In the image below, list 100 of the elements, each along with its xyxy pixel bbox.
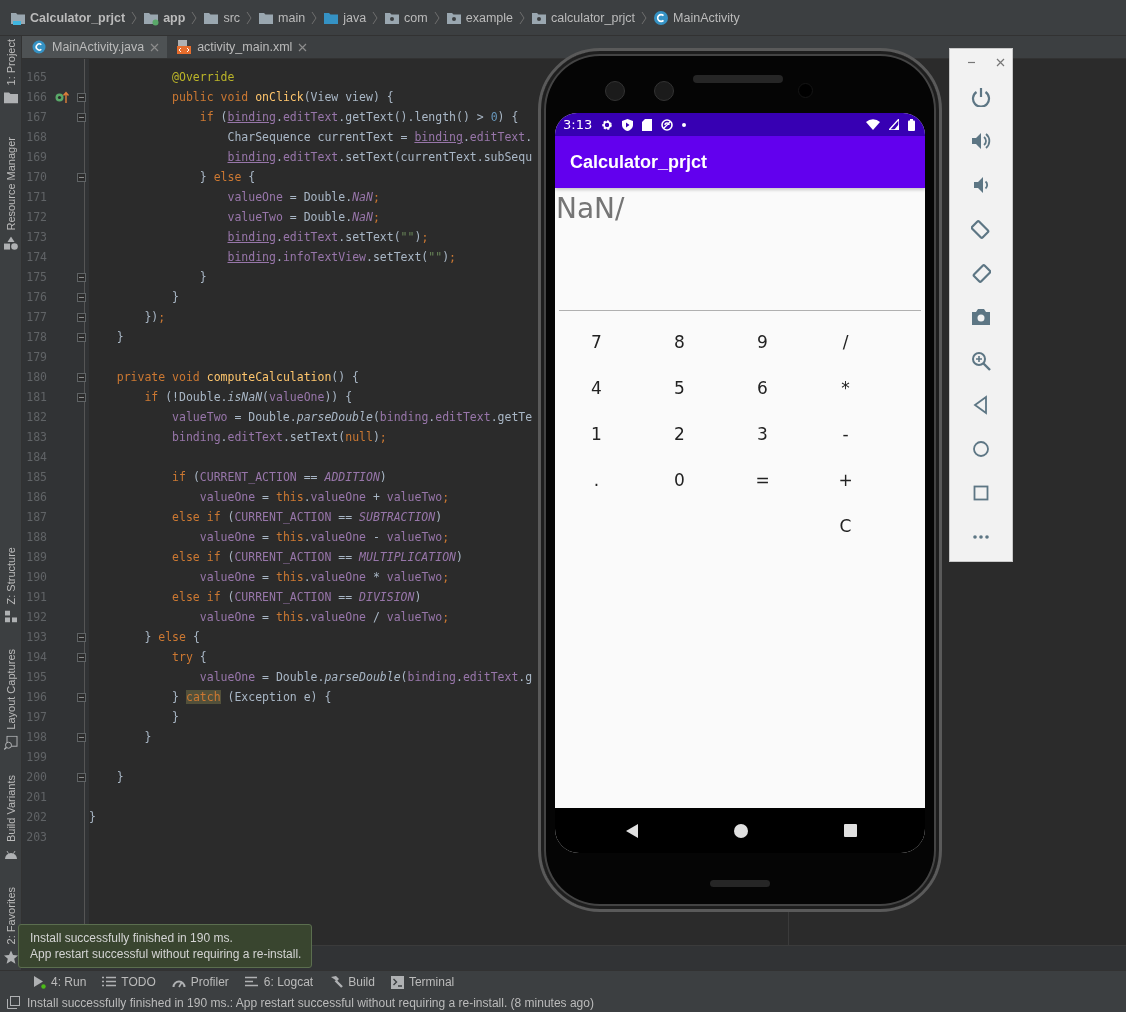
capture-icon: [3, 735, 18, 750]
keypad-key[interactable]: 7: [583, 328, 610, 356]
power-icon[interactable]: [971, 87, 991, 107]
close-icon[interactable]: [298, 42, 308, 52]
tool-window-button[interactable]: TODO: [102, 975, 156, 989]
keypad-key[interactable]: 5: [666, 374, 693, 402]
star-icon: [3, 950, 18, 964]
tool-window-tab[interactable]: 1: Project: [3, 39, 18, 104]
breadcrumb-item[interactable]: app: [163, 10, 186, 25]
code-line: } else {: [143, 630, 200, 644]
blocks-icon: [4, 610, 17, 623]
camera-lens: [605, 81, 625, 101]
code-line: if (CURRENT_ACTION == ADDITION): [171, 470, 387, 484]
keypad-key[interactable]: 4: [583, 374, 610, 402]
keypad-key[interactable]: 6: [749, 374, 776, 402]
chevron-icon: [191, 10, 198, 25]
code-line: if (!Double.isNaN(valueOne)) {: [143, 390, 353, 404]
code-line: valueOne = this.valueOne - valueTwo;: [198, 530, 450, 544]
keypad-key[interactable]: +: [830, 466, 861, 494]
lines-icon: [244, 976, 259, 988]
volume-up-icon[interactable]: [971, 131, 991, 151]
keypad-key[interactable]: .: [585, 466, 608, 494]
code-line: }: [115, 770, 124, 784]
app-title: Calculator_prjct: [570, 151, 708, 173]
code-line: valueTwo = Double.parseDouble(binding.editText.getTe: [171, 410, 533, 424]
dot-icon: [682, 122, 687, 127]
tool-window-tab[interactable]: Resource Manager: [3, 137, 18, 252]
zoom-icon[interactable]: [971, 351, 991, 371]
layout-file-icon: [177, 40, 192, 54]
volume-down-icon[interactable]: [971, 175, 991, 195]
code-line: }: [115, 330, 124, 344]
code-line: valueOne = Double.parseDouble(binding.editText.g: [198, 670, 533, 684]
overview-icon[interactable]: [844, 824, 858, 837]
code-line: binding.editText.setText(null);: [171, 430, 387, 444]
code-line: } else {: [198, 170, 256, 184]
code-line: }: [171, 290, 180, 304]
keypad-key[interactable]: 0: [666, 466, 693, 494]
chevron-icon: [641, 10, 648, 25]
keypad-key[interactable]: 3: [749, 420, 776, 448]
keypad-key[interactable]: *: [833, 374, 858, 402]
keypad-key[interactable]: 1: [583, 420, 610, 448]
tool-window-tab[interactable]: 2: Favorites: [3, 886, 18, 964]
shapes-icon: [3, 237, 18, 252]
code-line: public void onClick(View view) {: [171, 90, 394, 104]
tool-window-button[interactable]: Build: [329, 975, 375, 989]
code-line: @Override: [171, 70, 235, 84]
camera-lens: [654, 81, 674, 101]
code-line: else if (CURRENT_ACTION == SUBTRACTION): [171, 510, 443, 524]
code-line: binding.infoTextView.setText("");: [226, 250, 457, 264]
tool-window-button[interactable]: 4: Run: [32, 975, 87, 989]
status-message: Install successfully finished in 190 ms.: App restart successful without requiring a re-install. (8 minutes ago): [27, 995, 594, 1010]
editor-tab[interactable]: MainActivity.java: [22, 36, 168, 58]
code-line: }: [143, 730, 152, 744]
terminal-icon: [390, 975, 404, 989]
keypad-key[interactable]: 2: [666, 420, 693, 448]
tool-window-button[interactable]: Terminal: [390, 975, 455, 989]
status-time: 3:13: [563, 117, 593, 132]
keypad-key[interactable]: -: [834, 420, 857, 448]
breadcrumb-item[interactable]: MainActivity: [673, 10, 740, 25]
breadcrumb-item[interactable]: com: [404, 10, 428, 25]
keypad-key[interactable]: =: [747, 466, 778, 494]
keypad-key[interactable]: 9: [749, 328, 776, 356]
code-line: else if (CURRENT_ACTION == DIVISION): [171, 590, 422, 604]
keypad-key[interactable]: /: [834, 328, 857, 356]
close-icon[interactable]: [150, 42, 160, 52]
sync-icon: [661, 118, 674, 131]
code-line: });: [143, 310, 166, 324]
code-line: try {: [171, 650, 207, 664]
battery-icon: [908, 118, 915, 131]
keypad-key[interactable]: C: [831, 512, 860, 540]
list-icon: [102, 976, 117, 988]
tool-window-button[interactable]: Profiler: [171, 975, 229, 989]
breadcrumb-item[interactable]: main: [278, 10, 306, 25]
close-icon[interactable]: [996, 58, 1005, 67]
code-line: private void computeCalculation() {: [115, 370, 360, 384]
back-icon[interactable]: [624, 823, 639, 838]
code-line: binding.editText.setText("");: [226, 230, 429, 244]
tool-window-tab[interactable]: Layout Captures: [3, 648, 18, 750]
breadcrumb-item[interactable]: src: [223, 10, 241, 25]
breadcrumb-item[interactable]: java: [343, 10, 367, 25]
panel-icon[interactable]: [7, 996, 20, 1009]
gear-icon: [601, 118, 614, 131]
tool-window-tab[interactable]: Z: Structure: [4, 547, 17, 623]
keypad-key[interactable]: 8: [666, 328, 693, 356]
rotate-left-icon[interactable]: [971, 219, 991, 239]
editor-tab[interactable]: activity_main.xml: [167, 36, 316, 58]
class-icon: [653, 9, 670, 26]
code-line: valueTwo = Double.NaN;: [226, 210, 380, 224]
chevron-icon: [433, 10, 440, 25]
code-line: valueOne = Double.NaN;: [226, 190, 380, 204]
rotate-right-icon[interactable]: [971, 263, 991, 283]
breadcrumb-item[interactable]: Calculator_prjct: [30, 10, 126, 25]
speaker-grille: [710, 880, 770, 887]
breadcrumb-item[interactable]: calculator_prjct: [551, 10, 636, 25]
camera-icon[interactable]: [971, 307, 991, 327]
code-line: if (binding.editText.getText().length() > 0) {: [198, 110, 519, 124]
home-icon[interactable]: [734, 823, 749, 838]
tool-window-tab[interactable]: Build Variants: [3, 775, 18, 861]
breadcrumb-item[interactable]: example: [465, 10, 513, 25]
tool-window-button[interactable]: 6: Logcat: [244, 975, 314, 989]
